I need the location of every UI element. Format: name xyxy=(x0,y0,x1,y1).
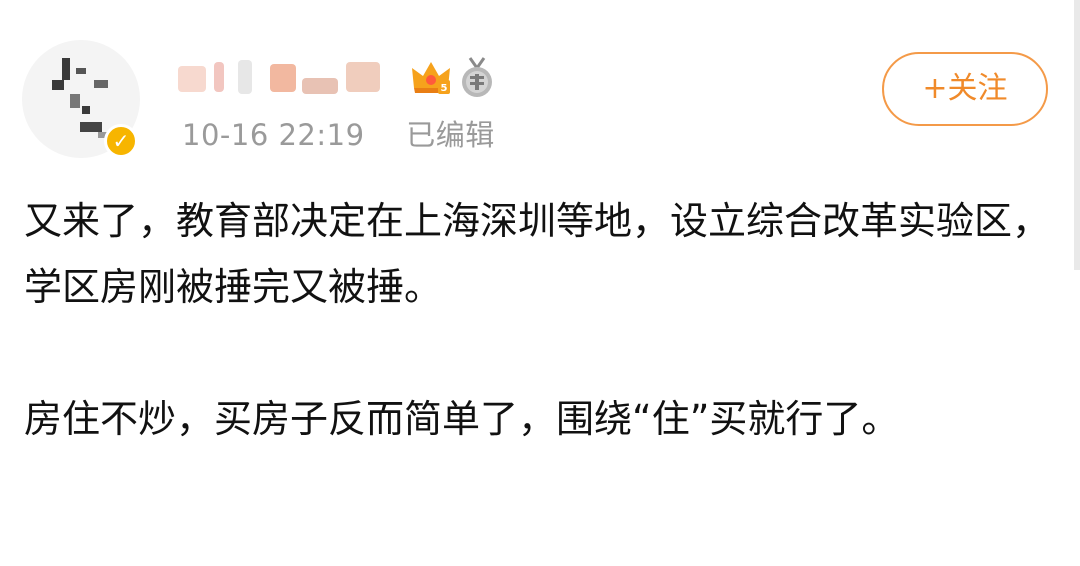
post-paragraph-1: 又来了，教育部决定在上海深圳等地，设立综合改革实验区，学区房刚被捶完又被捶。 xyxy=(24,199,1051,309)
post-timestamp: 10-16 22:19 xyxy=(182,118,365,152)
edited-label[interactable]: 已编辑 xyxy=(406,118,495,152)
crown-vip-icon: 5 xyxy=(412,62,450,94)
post-paragraph-2: 房住不炒，买房子反而简单了，围绕“住”买就行了。 xyxy=(24,397,900,441)
post-meta: 10-16 22:19 已编辑 xyxy=(182,112,495,154)
author-name[interactable] xyxy=(178,58,398,100)
scrollbar-edge xyxy=(1074,0,1080,270)
follow-button[interactable]: +关注 xyxy=(882,52,1048,126)
verified-icon: ✓ xyxy=(104,124,138,158)
post-content: 又来了，教育部决定在上海深圳等地，设立综合改革实验区，学区房刚被捶完又被捶。 房… xyxy=(24,188,1060,452)
svg-text:5: 5 xyxy=(441,83,448,94)
medal-badge-icon xyxy=(462,57,492,97)
